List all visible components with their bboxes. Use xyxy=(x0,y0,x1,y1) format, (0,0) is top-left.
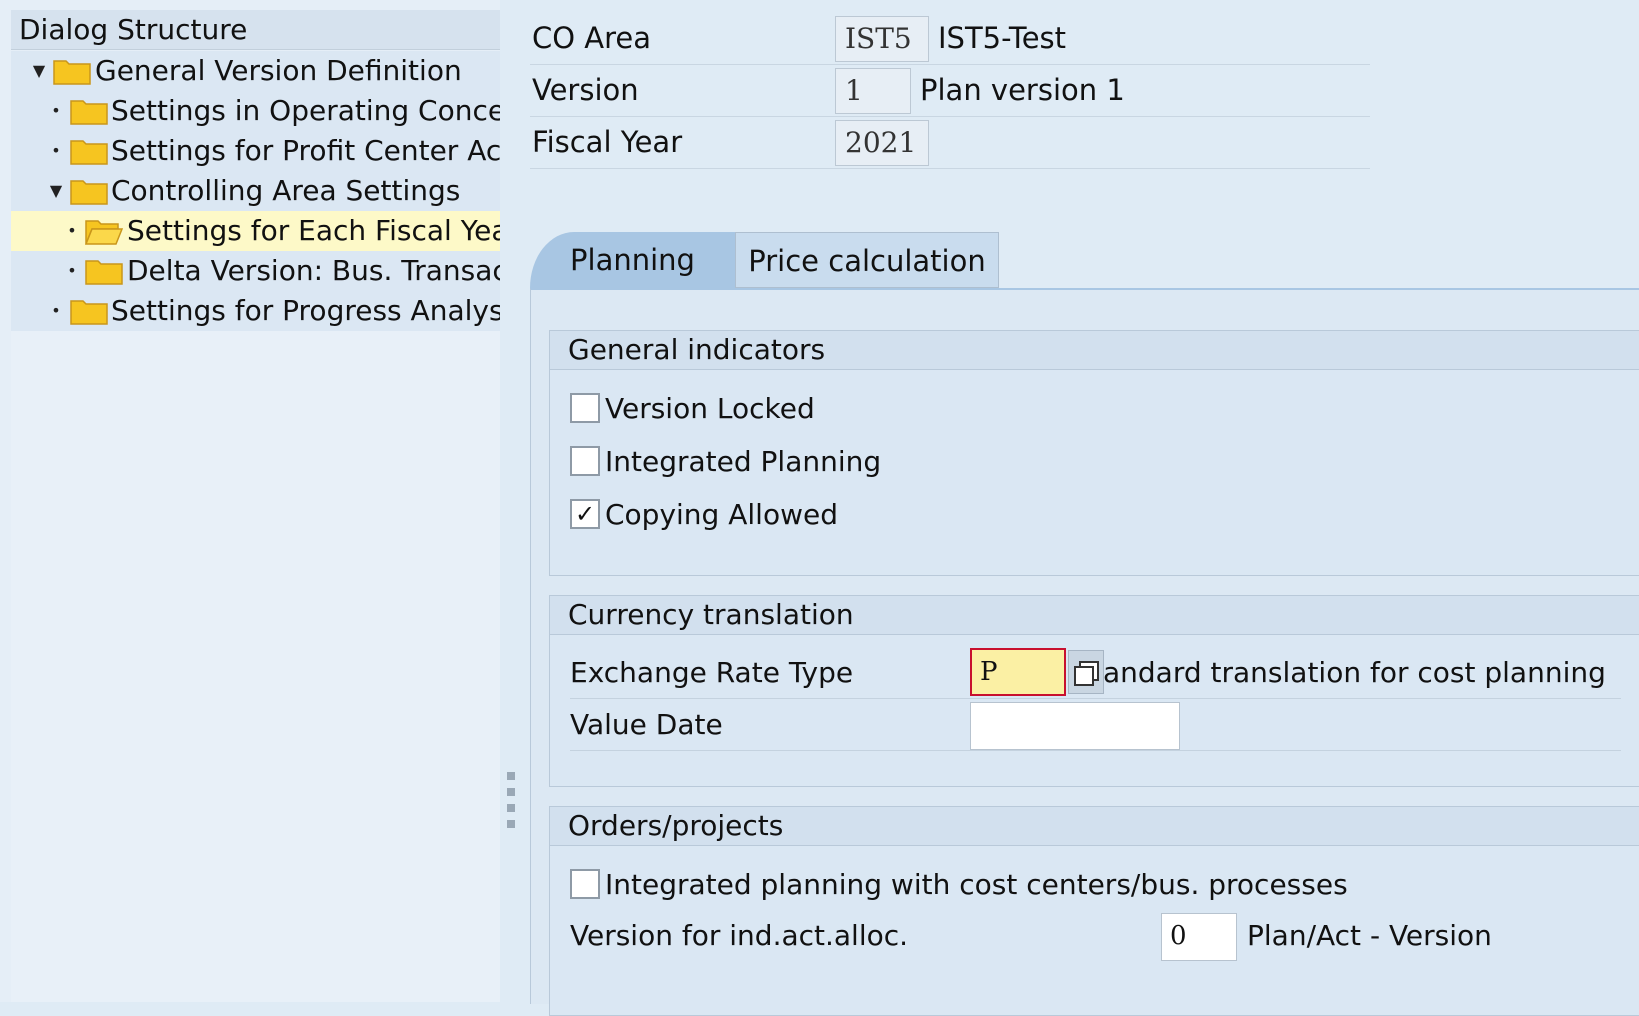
tabstrip: Planning Price calculation xyxy=(530,232,1639,288)
version-locked-checkbox[interactable] xyxy=(570,393,600,423)
version-ind-act-alloc-description: Plan/Act - Version xyxy=(1247,919,1492,952)
exchange-rate-type-row: Exchange Rate Type P andard translation … xyxy=(570,648,1621,699)
checkbox-label: Copying Allowed xyxy=(605,498,838,531)
version-ind-act-alloc-label: Version for ind.act.alloc. xyxy=(570,919,909,952)
value-help-icon xyxy=(1074,666,1094,686)
checkbox-label: Version Locked xyxy=(605,392,815,425)
group-title: Orders/projects xyxy=(550,807,1639,846)
value-date-row: Value Date xyxy=(570,700,1621,751)
splitter-grip-dot xyxy=(507,772,515,780)
tab-label: Price calculation xyxy=(748,244,986,278)
tree-node-label: Controlling Area Settings xyxy=(111,174,461,207)
version-ind-act-alloc-row: Version for ind.act.alloc. 0 Plan/Act - … xyxy=(570,911,1621,961)
tree-node-label: Delta Version: Bus. Transactions xyxy=(127,254,504,287)
folder-icon xyxy=(70,180,108,205)
fiscal-year-label: Fiscal Year xyxy=(532,125,683,159)
folder-icon xyxy=(70,140,108,165)
tab-planning[interactable]: Planning xyxy=(530,232,735,288)
tree-node-label: Settings for Each Fiscal Year xyxy=(127,214,504,247)
leaf-bullet-icon: • xyxy=(51,141,61,160)
exchange-rate-type-input[interactable]: P xyxy=(970,648,1066,696)
leaf-bullet-icon: • xyxy=(51,301,61,320)
folder-icon xyxy=(85,260,123,285)
folder-icon xyxy=(53,60,91,85)
exchange-rate-type-description: andard translation for cost planning xyxy=(1103,656,1606,689)
tree-node-label: Settings in Operating Concern xyxy=(111,94,504,127)
dialog-structure-title: Dialog Structure xyxy=(11,10,504,50)
tree-node-settings-profit-center[interactable]: • Settings for Profit Center Accounting xyxy=(11,131,504,171)
group-orders-projects: Orders/projects Integrated planning with… xyxy=(549,806,1639,1016)
checkbox-label: Integrated planning with cost centers/bu… xyxy=(605,868,1348,901)
group-general-indicators: General indicators Version Locked Integr… xyxy=(549,330,1639,576)
value-date-label: Value Date xyxy=(570,708,723,741)
detail-panel: CO Area IST5 IST5-Test Version 1 Plan ve… xyxy=(520,0,1639,1016)
group-title: General indicators xyxy=(550,331,1639,370)
version-label: Version xyxy=(532,73,639,107)
exchange-rate-type-label: Exchange Rate Type xyxy=(570,656,854,689)
fiscal-year-row: Fiscal Year 2021 xyxy=(530,116,1370,169)
tab-label: Planning xyxy=(570,243,695,277)
open-folder-icon xyxy=(85,220,123,245)
tree-node-controlling-area-settings[interactable]: ▼ Controlling Area Settings xyxy=(11,171,504,211)
tree-node-settings-operating-concern[interactable]: • Settings in Operating Concern xyxy=(11,91,504,131)
value-date-input[interactable] xyxy=(970,702,1180,750)
splitter-grip-dot xyxy=(507,820,515,828)
tree-node-label: Settings for Profit Center Accounting xyxy=(111,134,504,167)
group-currency-translation: Currency translation Exchange Rate Type … xyxy=(549,595,1639,787)
integrated-planning-checkbox[interactable] xyxy=(570,446,600,476)
leaf-bullet-icon: • xyxy=(51,101,61,120)
tree-node-progress-analysis[interactable]: • Settings for Progress Analysis xyxy=(11,291,504,331)
version-description: Plan version 1 xyxy=(920,73,1125,107)
value-help-button[interactable] xyxy=(1068,650,1104,694)
co-area-label: CO Area xyxy=(532,21,652,55)
fiscal-year-field[interactable]: 2021 xyxy=(835,120,929,166)
tree-node-label: Settings for Progress Analysis xyxy=(111,294,504,327)
co-area-row: CO Area IST5 IST5-Test xyxy=(530,12,1370,65)
co-area-field[interactable]: IST5 xyxy=(835,16,929,62)
folder-icon xyxy=(70,100,108,125)
leaf-bullet-icon: • xyxy=(67,261,77,280)
tree-node-general-version-definition[interactable]: ▼ General Version Definition xyxy=(11,51,504,91)
folder-icon xyxy=(70,300,108,325)
group-title: Currency translation xyxy=(550,596,1639,635)
checkbox-label: Integrated Planning xyxy=(605,445,882,478)
dialog-structure-tree: ▼ General Version Definition • Settings … xyxy=(11,51,504,1002)
collapse-arrow-icon[interactable]: ▼ xyxy=(46,171,66,211)
splitter-grip-dot xyxy=(507,804,515,812)
copying-allowed-checkbox[interactable]: ✓ xyxy=(570,499,600,529)
leaf-bullet-icon: • xyxy=(67,221,77,240)
collapse-arrow-icon[interactable]: ▼ xyxy=(29,51,49,91)
tree-node-settings-each-fiscal-year[interactable]: • Settings for Each Fiscal Year xyxy=(11,211,504,251)
version-field[interactable]: 1 xyxy=(835,68,911,114)
dialog-structure-panel: Dialog Structure ▼ General Version Defin… xyxy=(0,0,507,1002)
tree-node-delta-version[interactable]: • Delta Version: Bus. Transactions xyxy=(11,251,504,291)
tree-node-label: General Version Definition xyxy=(95,54,462,87)
panel-splitter[interactable] xyxy=(500,0,520,1002)
version-ind-act-alloc-input[interactable]: 0 xyxy=(1161,913,1237,961)
integrated-planning-cc-checkbox[interactable] xyxy=(570,869,600,899)
co-area-description: IST5-Test xyxy=(938,21,1067,55)
version-row: Version 1 Plan version 1 xyxy=(530,64,1370,117)
splitter-grip-dot xyxy=(507,788,515,796)
tab-price-calculation[interactable]: Price calculation xyxy=(735,232,999,288)
tab-content-planning: General indicators Version Locked Integr… xyxy=(530,288,1639,1016)
